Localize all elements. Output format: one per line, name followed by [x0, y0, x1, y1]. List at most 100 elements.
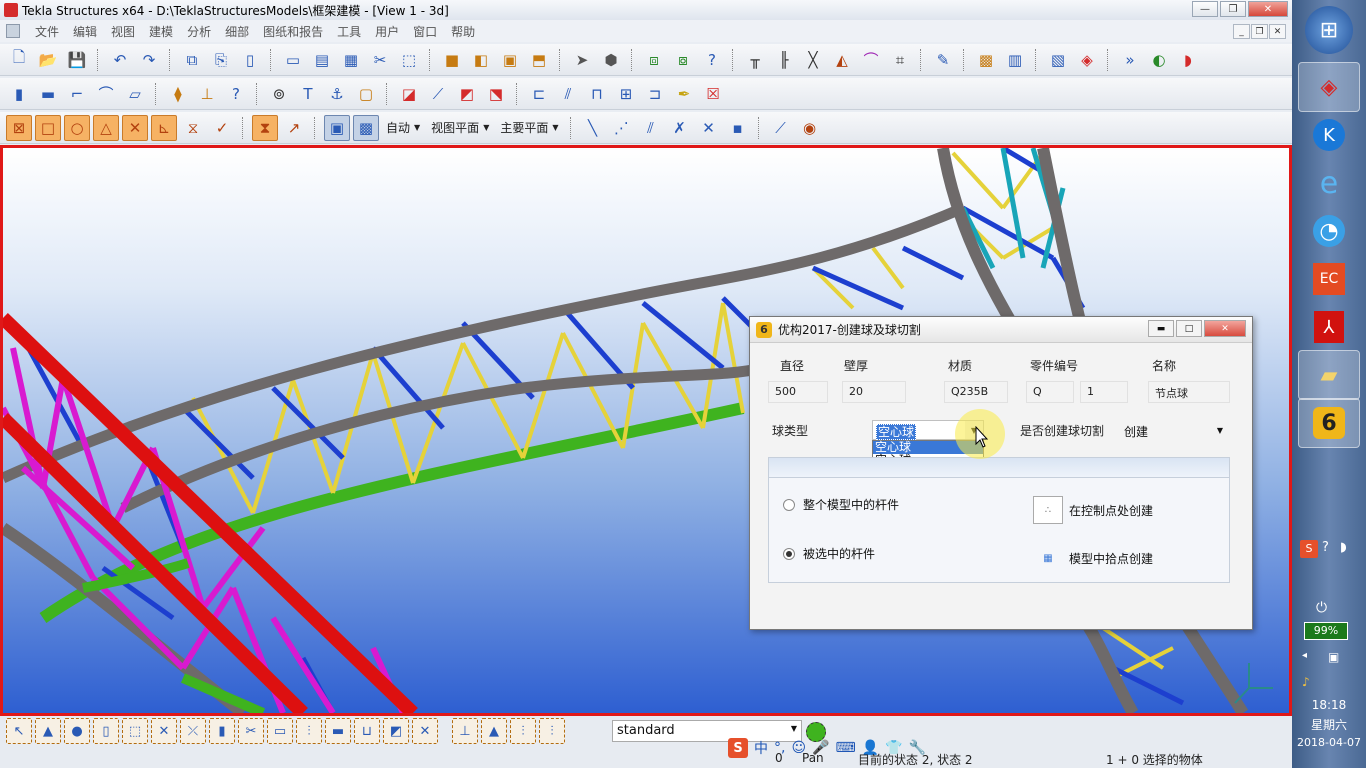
extension-icon[interactable]: ◐	[1146, 47, 1172, 73]
taskbar-browser[interactable]: ◔	[1298, 206, 1360, 256]
menu-window[interactable]: 窗口	[406, 23, 444, 40]
select-cuts-icon[interactable]: ✂	[238, 718, 264, 744]
minimize-button[interactable]: —	[1192, 1, 1218, 17]
select-gridlines-icon[interactable]: ⤫	[180, 718, 206, 744]
tray-overflow-icon[interactable]: ◗	[1340, 540, 1347, 555]
radio-selected-members[interactable]: 被选中的杆件	[783, 545, 875, 562]
tekla-warehouse-icon[interactable]: ◈	[1074, 47, 1100, 73]
select-grids-icon[interactable]: ✕	[151, 718, 177, 744]
chamfer-icon[interactable]: ◩	[454, 81, 480, 107]
snap-any-icon[interactable]: ⧗	[252, 114, 278, 141]
select-components-icon[interactable]: ▲	[35, 718, 61, 744]
cut-icon[interactable]: ✂	[367, 47, 393, 73]
select-assembly-icon[interactable]: ▩	[353, 114, 379, 141]
create-at-control-points-button[interactable]: ∴ 在控制点处创建	[1033, 496, 1153, 524]
menu-modeling[interactable]: 建模	[142, 23, 180, 40]
diameter-input[interactable]: 500	[768, 381, 828, 403]
taskbar-presentation[interactable]: EC	[1298, 254, 1360, 304]
select-surface-icon[interactable]: ▯	[93, 718, 119, 744]
part-prefix-input[interactable]: Q	[1026, 381, 1074, 403]
sogou-tray-icon[interactable]: S	[1300, 540, 1318, 558]
node-icon[interactable]: ⚓	[324, 81, 350, 107]
fitting-icon[interactable]: ⬔	[483, 81, 509, 107]
construction-line-icon[interactable]: ◭	[829, 47, 855, 73]
menu-edit[interactable]: 编辑	[66, 23, 104, 40]
line-snap-icon[interactable]: ╲	[580, 115, 606, 141]
volume-icon[interactable]: ♪	[1302, 675, 1310, 689]
select-points-icon[interactable]: ⬚	[122, 718, 148, 744]
save-icon[interactable]: 💾	[64, 47, 90, 73]
clash-check-icon[interactable]: ➤	[569, 47, 595, 73]
create-cut-select[interactable]: 创建 ▼	[1120, 420, 1230, 440]
close-button[interactable]: ✕	[1248, 1, 1288, 17]
catalog-icon[interactable]: ▥	[1002, 47, 1028, 73]
menu-help[interactable]: 帮助	[444, 23, 482, 40]
target-icon[interactable]: ◉	[797, 115, 823, 141]
select-objects-in-components-icon[interactable]: ⊥	[452, 718, 478, 744]
point-icon[interactable]: ╳	[800, 47, 826, 73]
open-icon[interactable]: 📂	[35, 47, 61, 73]
menu-user[interactable]: 用户	[368, 23, 406, 40]
split-icon[interactable]: ⟋	[425, 81, 451, 107]
object-group-icon[interactable]: ▩	[973, 47, 999, 73]
cross-icon[interactable]: ✕	[696, 115, 722, 141]
select-views-icon[interactable]: ▭	[267, 718, 293, 744]
select-objects-in-assemblies-icon[interactable]: ▲	[481, 718, 507, 744]
truss-icon[interactable]: ⊞	[613, 81, 639, 107]
view-list-icon[interactable]: ▤	[309, 47, 335, 73]
radio-selected-members-circle[interactable]	[783, 547, 795, 560]
render-components-icon[interactable]: ▣	[497, 47, 523, 73]
slash-icon[interactable]: ⟋	[768, 115, 794, 141]
snap-perpendicular-icon[interactable]: ⊾	[151, 114, 177, 141]
handrail-icon[interactable]: ⊓	[584, 81, 610, 107]
sub-assembly-icon[interactable]: ⧇	[670, 47, 696, 73]
mdi-close-button[interactable]: ✕	[1269, 24, 1286, 39]
tray-arrow-icon[interactable]: ◂	[1302, 650, 1307, 661]
beam-icon[interactable]: ▬	[35, 81, 61, 107]
small-square-icon[interactable]: ▪	[725, 115, 751, 141]
part-start-input[interactable]: 1	[1080, 381, 1128, 403]
snap-intersection-icon[interactable]: ✕	[122, 114, 148, 141]
clock-time[interactable]: 18:18	[1292, 698, 1366, 712]
plate-icon[interactable]: ▱	[122, 81, 148, 107]
select-area-icon[interactable]: ⬚	[396, 47, 422, 73]
select-single-bolts-icon[interactable]: ▬	[325, 718, 351, 744]
material-input[interactable]: Q235B	[944, 381, 1008, 403]
snap-nearest-icon[interactable]: ✓	[209, 115, 235, 141]
dialog-minimize-button[interactable]: ▬	[1148, 320, 1174, 337]
view-window-icon[interactable]: ▭	[280, 47, 306, 73]
pick-in-model-button[interactable]: ▦ 模型中拾点创建	[1033, 544, 1153, 572]
select-reinforcing-icon[interactable]: ⊔	[354, 718, 380, 744]
phase-icon[interactable]: ▯	[237, 47, 263, 73]
snap-reference-icon[interactable]: ⊠	[6, 114, 32, 141]
query-icon[interactable]: ?	[699, 47, 725, 73]
grid-icon[interactable]: ╥	[742, 47, 768, 73]
cut-part-icon[interactable]: ◪	[396, 81, 422, 107]
select-parts-switch-icon[interactable]: ●	[64, 718, 90, 744]
select-welds-icon[interactable]: ▮	[209, 718, 235, 744]
snap-midpoint-icon[interactable]: △	[93, 114, 119, 141]
t-section-icon[interactable]: T	[295, 81, 321, 107]
name-input[interactable]: 节点球	[1148, 381, 1230, 403]
radio-all-members[interactable]: 整个模型中的杆件	[783, 496, 899, 513]
angle-icon[interactable]: ✗	[667, 115, 693, 141]
render-solid-icon[interactable]: ■	[439, 47, 465, 73]
taskbar-tekla[interactable]: ◈	[1298, 62, 1360, 112]
render-parts-icon[interactable]: ◧	[468, 47, 494, 73]
render-assembly-icon[interactable]: ⬒	[526, 47, 552, 73]
polybeam-icon[interactable]: ⌐	[64, 81, 90, 107]
stair-icon[interactable]: ⊏	[526, 81, 552, 107]
mdi-restore-button[interactable]: ❐	[1251, 24, 1268, 39]
select-assembly-switch-icon[interactable]: ⫶	[510, 718, 536, 744]
copy-special-icon[interactable]: ⎘	[208, 47, 234, 73]
radio-all-members-circle[interactable]	[783, 498, 795, 511]
taskbar-explorer[interactable]: ▰	[1298, 350, 1360, 400]
dashed-line-icon[interactable]: ⋰	[609, 115, 635, 141]
menu-file[interactable]: 文件	[28, 23, 66, 40]
view-props-icon[interactable]: ▦	[338, 47, 364, 73]
taskbar-pdf[interactable]: ⅄	[1298, 302, 1360, 352]
snap-center-icon[interactable]: ○	[64, 114, 90, 141]
snap-extension-icon[interactable]: ↗	[281, 115, 307, 141]
binoculars-icon[interactable]: ⊚	[266, 81, 292, 107]
select-bolts-icon[interactable]: ⫶	[296, 718, 322, 744]
